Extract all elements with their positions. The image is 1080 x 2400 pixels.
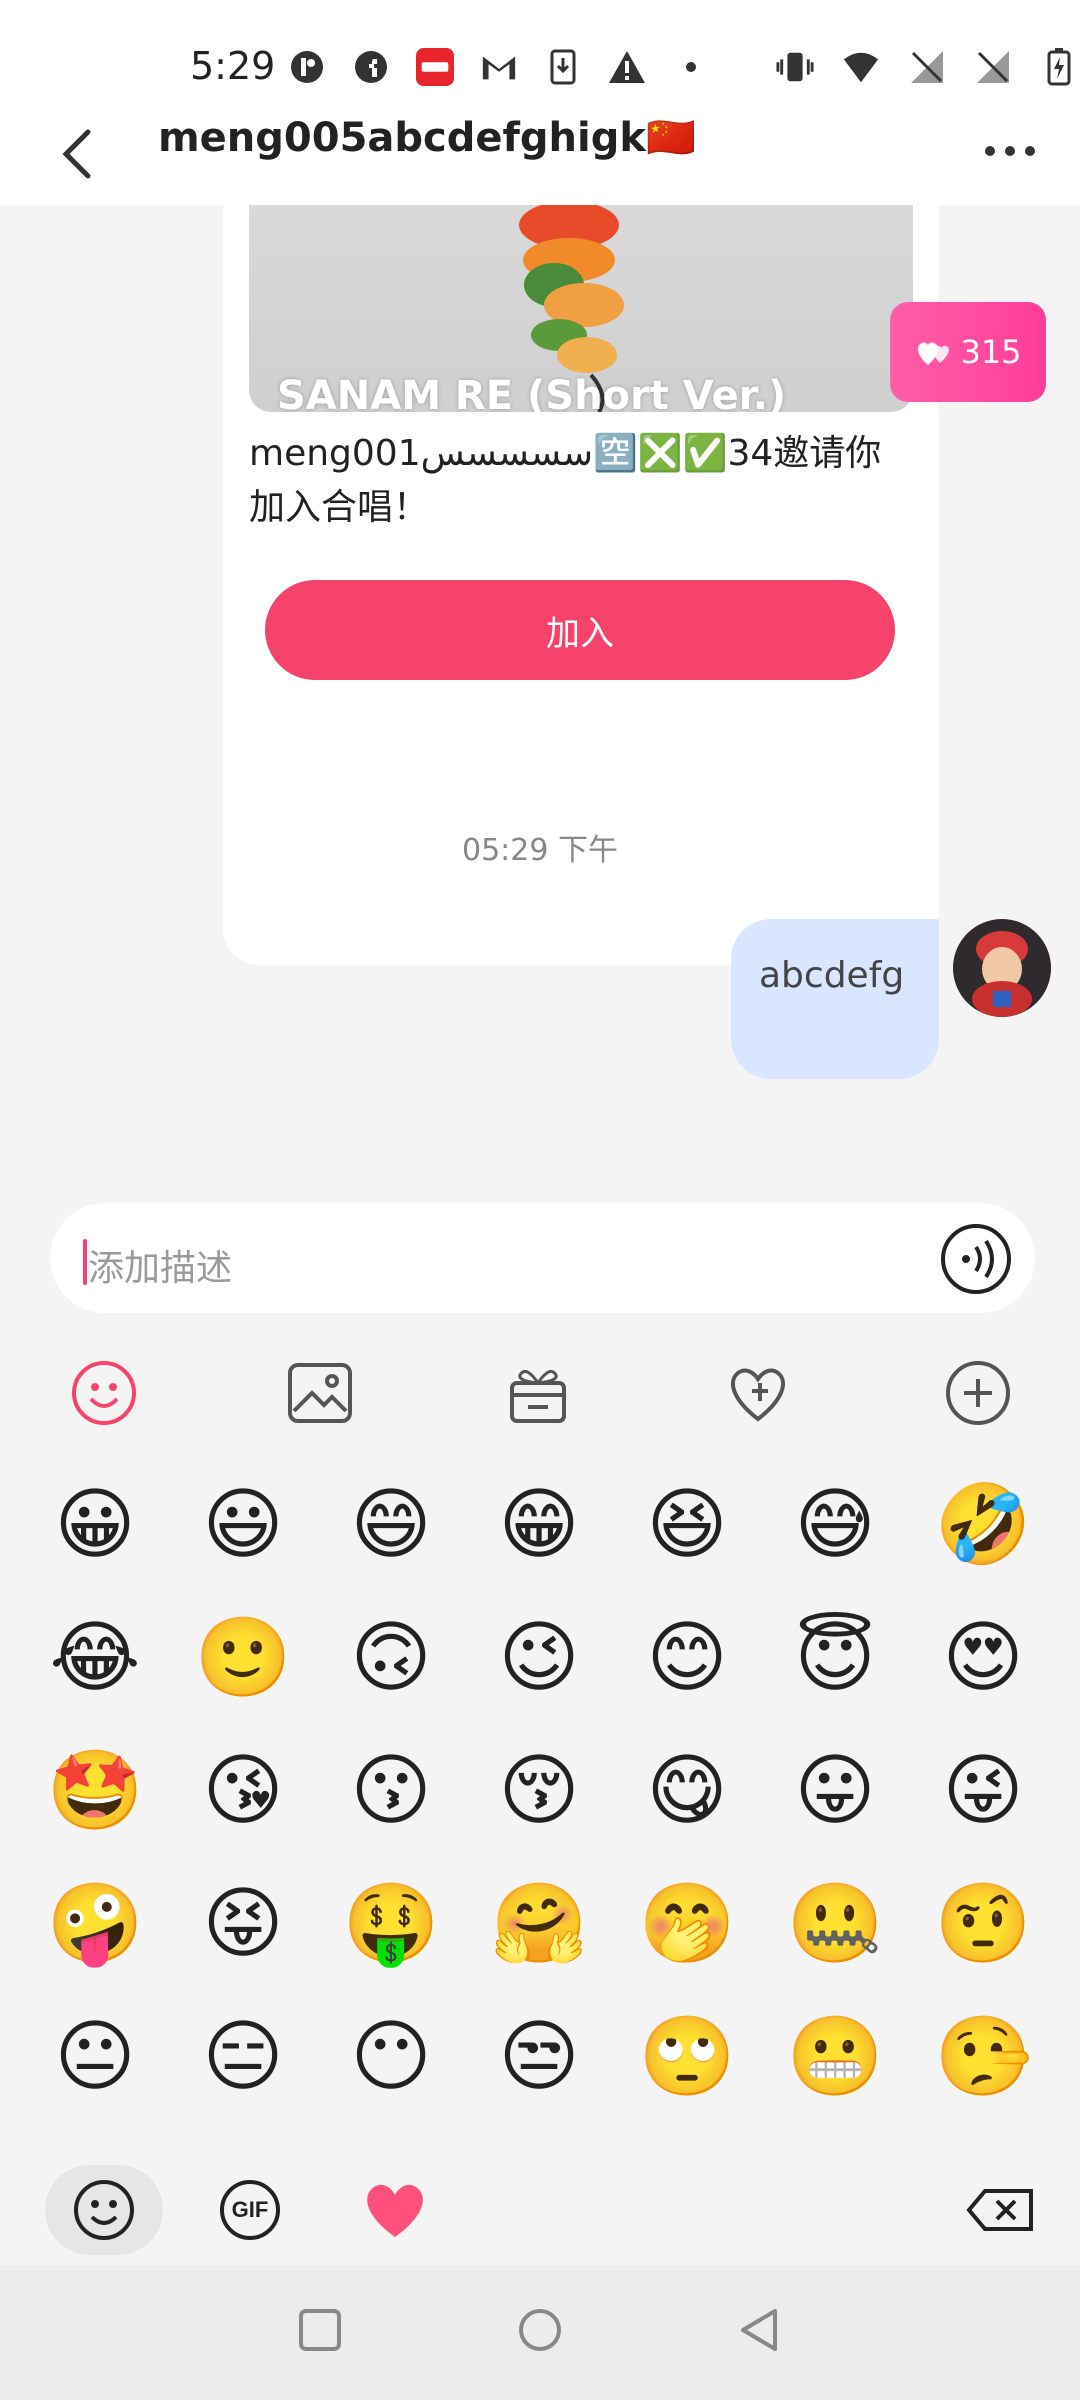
more-tool-button[interactable] bbox=[942, 1357, 1014, 1429]
dot-icon bbox=[672, 48, 710, 86]
gif-label: GIF bbox=[231, 2197, 269, 2222]
back-nav-button[interactable] bbox=[735, 2305, 785, 2355]
vibrate-icon bbox=[776, 48, 814, 86]
emoji-item[interactable]: 😬 bbox=[785, 2007, 885, 2107]
emoji-item[interactable]: 😄 bbox=[341, 1475, 441, 1575]
emoji-item[interactable]: 🤥 bbox=[933, 2007, 1033, 2107]
status-time: 5:29 bbox=[190, 44, 276, 88]
emoji-item[interactable]: 🤐 bbox=[785, 1874, 885, 1974]
gif-category-button[interactable]: GIF bbox=[205, 2165, 295, 2255]
recent-apps-button[interactable] bbox=[295, 2305, 345, 2355]
song-cover-image[interactable]: SANAM RE (Short Ver.) SANAM RE (Short Ve… bbox=[249, 205, 913, 412]
emoji-item[interactable]: 😗 bbox=[341, 1741, 441, 1841]
emoji-item[interactable]: 😛 bbox=[785, 1741, 885, 1841]
invite-text: meng001سسسسس🈳❎✅34邀请你加入合唱！ bbox=[249, 433, 882, 528]
emoji-item[interactable]: 😚 bbox=[489, 1741, 589, 1841]
emoji-item[interactable]: 🤑 bbox=[341, 1874, 441, 1974]
emoji-item[interactable]: 😅 bbox=[785, 1475, 885, 1575]
emoji-item[interactable]: 🤪 bbox=[45, 1874, 145, 1974]
emoji-item[interactable]: 😀 bbox=[45, 1475, 145, 1575]
emoji-item[interactable]: 🙃 bbox=[341, 1608, 441, 1708]
emoji-item[interactable]: 😆 bbox=[637, 1475, 737, 1575]
emoji-item[interactable]: 😇 bbox=[785, 1608, 885, 1708]
sticker-category-button[interactable] bbox=[350, 2165, 440, 2255]
join-button[interactable]: 加入 bbox=[265, 580, 895, 680]
message-text: abcdefg bbox=[759, 955, 905, 996]
image-tool-button[interactable] bbox=[284, 1357, 356, 1429]
sent-message-bubble[interactable]: abcdefg bbox=[731, 919, 939, 1079]
message-input-bar: 添加描述 bbox=[0, 1195, 1080, 1345]
emoji-item[interactable]: 😊 bbox=[637, 1608, 737, 1708]
emoji-item[interactable]: 😃 bbox=[193, 1475, 293, 1575]
emoji-item[interactable]: 😶 bbox=[341, 2007, 441, 2107]
emoji-item[interactable]: 🤗 bbox=[489, 1874, 589, 1974]
message-input[interactable]: 添加描述 bbox=[50, 1203, 1035, 1313]
message-timestamp: 05:29 下午 bbox=[462, 833, 618, 868]
chat-header: meng005abcdefghigk🇨🇳 bbox=[0, 100, 1080, 210]
system-nav-bar bbox=[0, 2265, 1080, 2400]
chat-title: meng005abcdefghigk🇨🇳 bbox=[158, 115, 696, 161]
avatar[interactable] bbox=[953, 919, 1051, 1017]
emoji-item[interactable]: 😜 bbox=[933, 1741, 1033, 1841]
voice-input-button[interactable] bbox=[940, 1223, 1012, 1295]
download-icon bbox=[544, 48, 582, 86]
hearts-icon bbox=[918, 342, 950, 365]
warning-icon bbox=[608, 48, 646, 86]
status-icons-right bbox=[776, 48, 1078, 86]
emoji-item[interactable]: 🤣 bbox=[933, 1475, 1033, 1575]
xiaohongshu-icon bbox=[416, 48, 454, 86]
emoji-item[interactable]: 🤩 bbox=[45, 1741, 145, 1841]
back-button[interactable] bbox=[50, 118, 110, 188]
wifi-icon bbox=[842, 48, 880, 86]
emoji-item[interactable]: 😝 bbox=[193, 1874, 293, 1974]
emoji-item[interactable]: 🤨 bbox=[933, 1874, 1033, 1974]
emoji-item[interactable]: 😁 bbox=[489, 1475, 589, 1575]
backspace-button[interactable] bbox=[955, 2165, 1045, 2255]
no-signal-icon bbox=[974, 48, 1012, 86]
emoji-item[interactable]: 😒 bbox=[489, 2007, 589, 2107]
emoji-item[interactable]: 😋 bbox=[637, 1741, 737, 1841]
facebook-icon bbox=[352, 48, 390, 86]
likes-count: 315 bbox=[960, 333, 1022, 371]
emoji-grid: 😀 😃 😄 😁 😆 😅 🤣 😂 🙂 🙃 😉 😊 😇 😍 🤩 😘 😗 😚 😋 😛 😜 🤪 😝 🤑 🤗 🤭 🤐 🤨 😐 😑 😶 😒 🙄 😬 🤥 bbox=[0, 1475, 1080, 2155]
duet-tool-button[interactable] bbox=[722, 1357, 794, 1429]
song-title: SANAM RE (Short Ver.) bbox=[277, 373, 787, 412]
emoji-category-bar: GIF bbox=[0, 2155, 1080, 2265]
status-icons-left bbox=[288, 48, 710, 86]
emoji-item[interactable]: 🙄 bbox=[637, 2007, 737, 2107]
emoji-item[interactable]: 😑 bbox=[193, 2007, 293, 2107]
chat-area[interactable]: SANAM RE (Short Ver.) SANAM RE (Short Ve… bbox=[0, 205, 1080, 1195]
emoji-item[interactable]: 😘 bbox=[193, 1741, 293, 1841]
input-tools-row bbox=[0, 1345, 1080, 1445]
likes-badge[interactable]: 315 bbox=[890, 302, 1046, 402]
home-button[interactable] bbox=[515, 2305, 565, 2355]
emoji-item[interactable]: 😐 bbox=[45, 2007, 145, 2107]
gift-tool-button[interactable] bbox=[502, 1357, 574, 1429]
emoji-tool-button[interactable] bbox=[68, 1357, 140, 1429]
emoji-item[interactable]: 😉 bbox=[489, 1608, 589, 1708]
emoji-item[interactable]: 🙂 bbox=[193, 1608, 293, 1708]
gmail-icon bbox=[480, 48, 518, 86]
text-caret bbox=[83, 1239, 87, 1285]
input-placeholder: 添加描述 bbox=[88, 1248, 233, 1289]
profile-app-icon bbox=[288, 48, 326, 86]
emoji-item[interactable]: 😂 bbox=[45, 1608, 145, 1708]
emoji-item[interactable]: 😍 bbox=[933, 1608, 1033, 1708]
battery-charging-icon bbox=[1040, 48, 1078, 86]
more-options-button[interactable] bbox=[980, 126, 1040, 176]
no-signal-icon bbox=[908, 48, 946, 86]
emoji-category-button[interactable] bbox=[45, 2165, 163, 2255]
emoji-item[interactable]: 🤭 bbox=[637, 1874, 737, 1974]
